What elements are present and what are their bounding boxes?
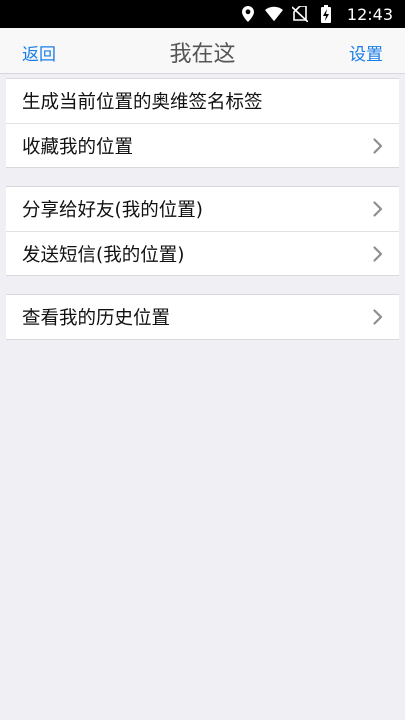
list-item-label: 发送短信(我的位置) — [22, 244, 185, 266]
status-time: 12:43 — [346, 4, 393, 24]
list-item-label: 分享给好友(我的位置) — [22, 200, 203, 221]
send-sms-item[interactable]: 发送短信(我的位置) — [6, 231, 399, 275]
list-item-label: 查看我的历史位置 — [22, 308, 171, 329]
list-item-label: 生成当前位置的奥维签名标签 — [22, 92, 263, 113]
page-title: 我在这 — [169, 42, 236, 67]
chevron-right-icon — [371, 200, 385, 218]
chevron-right-icon — [371, 137, 385, 155]
menu-group-location: 生成当前位置的奥维签名标签 收藏我的位置 — [6, 78, 399, 168]
share-to-friend-item[interactable]: 分享给好友(我的位置) — [6, 187, 399, 231]
chevron-right-icon — [371, 308, 385, 326]
menu-group-history: 查看我的历史位置 — [6, 294, 399, 340]
battery-charging-icon — [317, 5, 335, 23]
chevron-right-icon — [371, 245, 385, 263]
status-bar: 12:43 — [0, 0, 405, 28]
location-history-item[interactable]: 查看我的历史位置 — [6, 295, 399, 339]
settings-button[interactable]: 设置 — [349, 40, 383, 65]
location-icon — [239, 5, 257, 23]
menu-group-share: 分享给好友(我的位置) 发送短信(我的位置) — [6, 186, 399, 276]
wifi-icon — [264, 5, 283, 23]
favorite-location-item[interactable]: 收藏我的位置 — [6, 123, 399, 167]
no-sim-icon — [291, 5, 309, 23]
generate-signature-tag-item[interactable]: 生成当前位置的奥维签名标签 — [6, 79, 399, 123]
nav-bar: 返回 我在这 设置 — [0, 28, 405, 74]
list-item-label: 收藏我的位置 — [22, 136, 134, 158]
